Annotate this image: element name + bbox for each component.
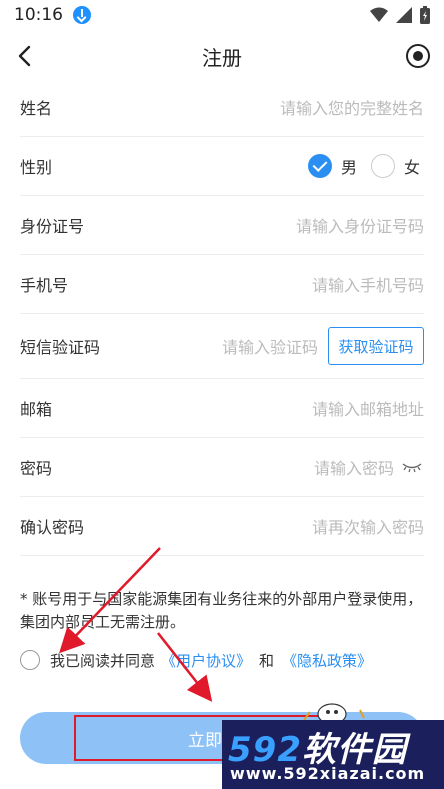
user-agreement-link[interactable]: 《用户协议》: [161, 650, 251, 671]
password-input[interactable]: 请输入密码: [314, 455, 394, 479]
confirm-password-input[interactable]: 请再次输入密码: [312, 514, 424, 538]
id-card-label: 身份证号: [20, 217, 85, 236]
header: 注册: [0, 30, 444, 82]
status-bar: 10:16: [0, 0, 444, 30]
phone-row: 手机号 请输入手机号码: [20, 255, 424, 314]
name-row: 姓名 请输入您的完整姓名: [20, 78, 424, 137]
page-title: 注册: [202, 46, 242, 70]
record-icon[interactable]: [406, 44, 430, 68]
privacy-policy-link[interactable]: 《隐私政策》: [282, 650, 372, 671]
sms-code-input[interactable]: 请输入验证码: [222, 334, 318, 358]
female-radio[interactable]: [370, 154, 395, 178]
status-time: 10:16: [14, 5, 63, 25]
name-input[interactable]: 请输入您的完整姓名: [280, 95, 424, 119]
status-icons: [370, 6, 430, 24]
watermark-url: www.592xiazai.com: [230, 764, 426, 783]
sms-row: 短信验证码 请输入验证码 获取验证码: [20, 314, 424, 379]
password-row: 密码 请输入密码: [20, 438, 424, 497]
phone-label: 手机号: [20, 276, 69, 295]
agree-checkbox[interactable]: [20, 650, 40, 670]
battery-icon: [420, 6, 430, 24]
download-icon: [73, 6, 91, 24]
password-label: 密码: [20, 459, 53, 478]
female-option-label[interactable]: 女: [404, 154, 420, 178]
get-sms-code-button[interactable]: 获取验证码: [328, 327, 424, 365]
and-text: 和: [259, 651, 275, 670]
gender-label: 性别: [20, 158, 53, 177]
gender-row: 性别 男 女: [20, 137, 424, 196]
email-label: 邮箱: [20, 400, 53, 419]
agree-text[interactable]: 我已阅读并同意: [50, 650, 155, 671]
id-card-row: 身份证号 请输入身份证号码: [20, 196, 424, 255]
site-watermark: 592软件园 www.592xiazai.com: [222, 720, 444, 789]
phone-input[interactable]: 请输入手机号码: [312, 272, 424, 296]
agreement-row: 我已阅读并同意 《用户协议》 和 《隐私政策》: [20, 648, 378, 672]
confirm-password-row: 确认密码 请再次输入密码: [20, 497, 424, 556]
eye-closed-icon[interactable]: [402, 461, 422, 473]
email-row: 邮箱 请输入邮箱地址: [20, 379, 424, 438]
signal-icon: [396, 7, 412, 23]
male-radio[interactable]: [307, 154, 332, 178]
confirm-password-label: 确认密码: [20, 518, 85, 537]
id-card-input[interactable]: 请输入身份证号码: [296, 213, 424, 237]
wifi-icon: [370, 7, 388, 22]
email-input[interactable]: 请输入邮箱地址: [312, 396, 424, 420]
registration-notice: * 账号用于与国家能源集团有业务往来的外部用户登录使用，集团内部员工无需注册。: [20, 590, 423, 631]
register-form: 姓名 请输入您的完整姓名 性别 男 女 身份证号 请输入身份证号码 手机号 请输…: [20, 78, 424, 556]
gender-options: 男 女: [307, 154, 424, 178]
sms-label: 短信验证码: [20, 338, 101, 357]
male-option-label[interactable]: 男: [341, 154, 357, 178]
name-label: 姓名: [20, 99, 53, 118]
